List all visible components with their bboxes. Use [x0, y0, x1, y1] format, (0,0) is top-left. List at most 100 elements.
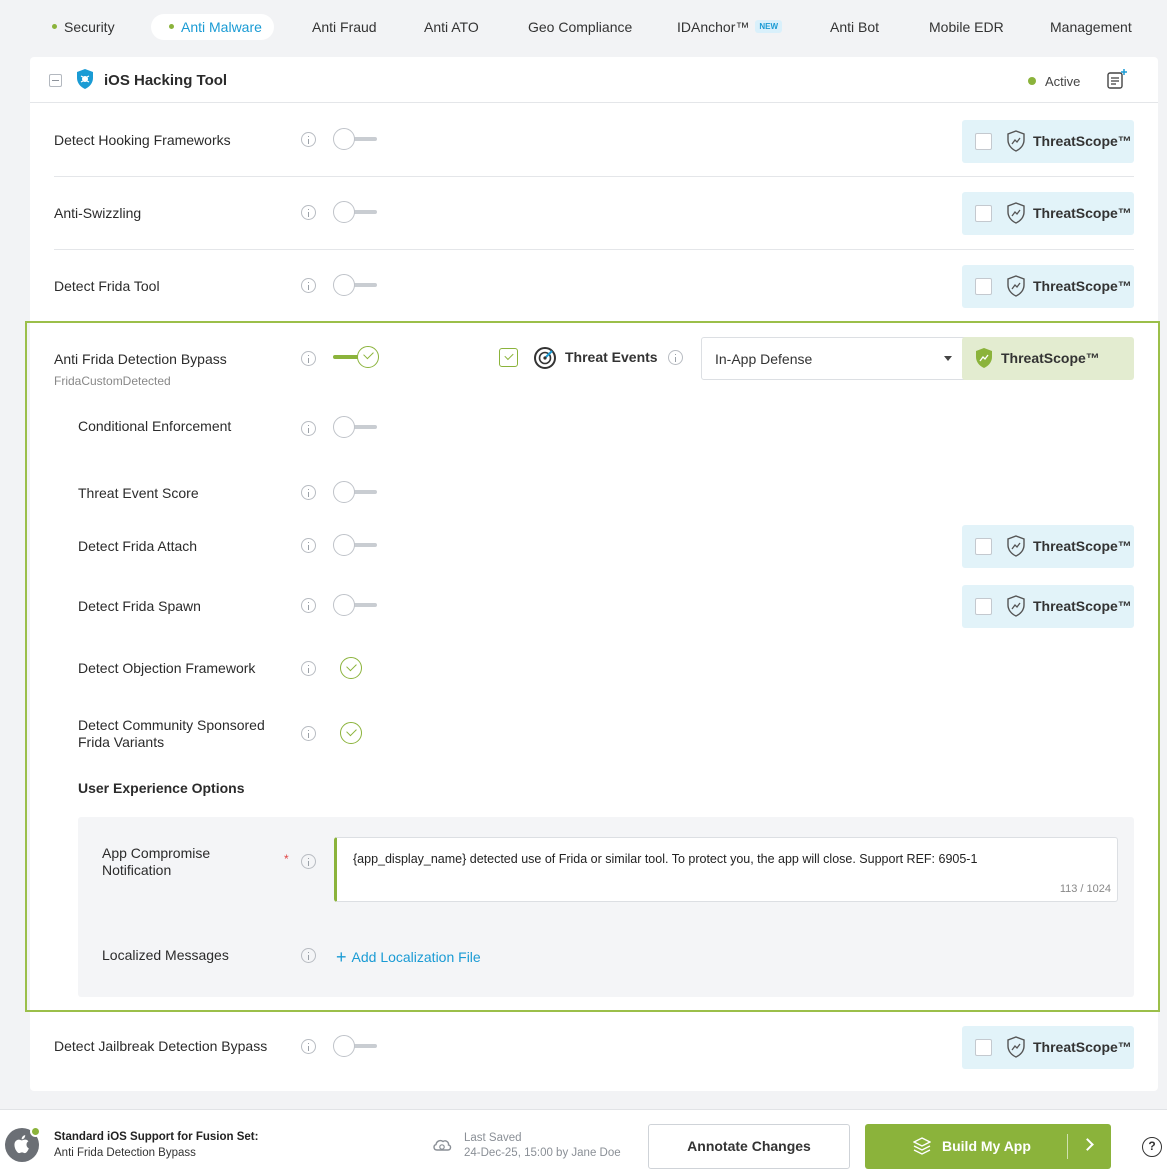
last-saved-label: Last Saved [464, 1132, 522, 1144]
required-mark: * [284, 852, 289, 866]
help-icon[interactable]: ? [1142, 1137, 1162, 1157]
threatscope-frida-tool: ThreatScope™ [962, 265, 1134, 308]
threatscope-checkbox[interactable] [975, 598, 992, 615]
jailbreak-toggle[interactable] [333, 1035, 379, 1057]
threatscope-checkbox[interactable] [975, 538, 992, 555]
add-note-icon[interactable] [1106, 68, 1128, 90]
row-divider [54, 249, 1134, 250]
module-tabs: Security Anti Malware Anti Fraud Anti AT… [0, 0, 1167, 56]
info-icon[interactable] [301, 661, 316, 676]
layers-icon [913, 1137, 931, 1155]
tab-label: Mobile EDR [929, 19, 1004, 35]
frida-bypass-label: Anti Frida Detection Bypass [54, 351, 227, 367]
info-icon[interactable] [301, 1039, 316, 1054]
info-icon[interactable] [301, 948, 316, 963]
chevron-right-icon[interactable] [1081, 1138, 1094, 1151]
threatscope-checkbox[interactable] [975, 133, 992, 150]
objection-check[interactable] [340, 657, 362, 679]
active-status-label: Active [1045, 74, 1081, 89]
info-icon[interactable] [301, 132, 316, 147]
threatscope-label: ThreatScope™ [1001, 350, 1100, 366]
threat-events-label: Threat Events [565, 349, 658, 365]
tab-idanchor[interactable]: IDAnchor™ NEW [677, 14, 783, 40]
collapse-icon[interactable] [49, 74, 62, 87]
threatscope-checkbox[interactable] [975, 278, 992, 295]
info-icon[interactable] [301, 278, 316, 293]
objection-label: Detect Objection Framework [78, 660, 256, 676]
info-icon[interactable] [668, 350, 683, 365]
notification-message-text: {app_display_name} detected use of Frida… [353, 852, 978, 866]
score-toggle[interactable] [333, 481, 379, 503]
frida-attach-toggle[interactable] [333, 534, 379, 556]
threatscope-shield-icon [1007, 275, 1025, 297]
info-icon[interactable] [301, 485, 316, 500]
threatscope-hooking: ThreatScope™ [962, 120, 1134, 163]
plus-icon: + [336, 947, 347, 967]
info-icon[interactable] [301, 205, 316, 220]
hooking-toggle[interactable] [333, 128, 379, 150]
response-select[interactable]: In-App Defense [701, 337, 976, 380]
tab-anti-bot[interactable]: Anti Bot [830, 14, 879, 40]
card-title: iOS Hacking Tool [104, 72, 228, 89]
tab-anti-malware[interactable]: Anti Malware [151, 14, 274, 40]
threatscope-frida-spawn: ThreatScope™ [962, 585, 1134, 628]
shield-bug-icon [77, 69, 93, 89]
threatscope-label: ThreatScope™ [1033, 1039, 1132, 1055]
conditional-toggle[interactable] [333, 416, 379, 438]
swizzling-toggle[interactable] [333, 201, 379, 223]
threat-events-checkbox[interactable] [499, 348, 518, 367]
hooking-label: Detect Hooking Frameworks [54, 132, 231, 148]
row-divider [54, 176, 1134, 177]
info-icon[interactable] [301, 538, 316, 553]
tab-management[interactable]: Management [1050, 14, 1132, 40]
tab-security[interactable]: Security [52, 14, 115, 40]
tab-label: Anti Malware [181, 19, 262, 35]
tab-label: IDAnchor™ [677, 19, 750, 35]
threatscope-label: ThreatScope™ [1033, 278, 1132, 294]
tab-mobile-edr[interactable]: Mobile EDR [929, 14, 1004, 40]
tab-label: Anti Bot [830, 19, 880, 35]
threatscope-swizzling: ThreatScope™ [962, 192, 1134, 235]
threatscope-checkbox[interactable] [975, 205, 992, 222]
active-status-dot [30, 1126, 41, 1137]
tab-anti-fraud[interactable]: Anti Fraud [312, 14, 377, 40]
threatscope-shield-icon [1007, 202, 1025, 224]
tab-label: Geo Compliance [528, 19, 633, 35]
threatscope-frida-bypass[interactable]: ThreatScope™ [962, 337, 1134, 380]
frida-spawn-label: Detect Frida Spawn [78, 598, 201, 614]
info-icon[interactable] [301, 351, 316, 366]
footer-bar: Standard iOS Support for Fusion Set: Ant… [0, 1109, 1167, 1173]
build-my-app-button[interactable]: Build My App [865, 1124, 1111, 1169]
build-my-app-label: Build My App [942, 1138, 1031, 1154]
fusion-set-title: Standard iOS Support for Fusion Set: [54, 1131, 259, 1143]
tab-geo-compliance[interactable]: Geo Compliance [528, 14, 632, 40]
add-localization-link[interactable]: + Add Localization File [336, 946, 481, 967]
tab-label: Anti ATO [424, 19, 479, 35]
tab-label: Security [64, 19, 115, 35]
info-icon[interactable] [301, 598, 316, 613]
threatscope-shield-filled-icon [976, 348, 992, 368]
info-icon[interactable] [301, 854, 316, 869]
frida-bypass-toggle[interactable] [333, 346, 379, 368]
feature-card: iOS Hacking Tool Active Detect Hooking F… [30, 57, 1158, 1091]
frida-tool-toggle[interactable] [333, 274, 379, 296]
notification-label-line2: Notification [102, 862, 172, 878]
community-label: Detect Community Sponsored Frida Variant… [78, 717, 265, 751]
threatscope-label: ThreatScope™ [1033, 598, 1132, 614]
annotate-changes-button[interactable]: Annotate Changes [648, 1124, 850, 1169]
apple-icon [14, 1135, 29, 1154]
frida-spawn-toggle[interactable] [333, 594, 379, 616]
add-localization-label: Add Localization File [351, 949, 481, 965]
info-icon[interactable] [301, 421, 316, 436]
community-label-line2: Frida Variants [78, 734, 165, 750]
info-icon[interactable] [301, 726, 316, 741]
jailbreak-label: Detect Jailbreak Detection Bypass [54, 1038, 268, 1054]
community-check[interactable] [340, 722, 362, 744]
char-counter: 113 / 1024 [1059, 883, 1111, 895]
notification-message-input[interactable]: {app_display_name} detected use of Frida… [334, 837, 1118, 902]
active-status-dot [1028, 77, 1036, 85]
localized-label: Localized Messages [102, 947, 229, 963]
card-header: iOS Hacking Tool Active [30, 57, 1158, 103]
threatscope-checkbox[interactable] [975, 1039, 992, 1056]
tab-anti-ato[interactable]: Anti ATO [424, 14, 479, 40]
